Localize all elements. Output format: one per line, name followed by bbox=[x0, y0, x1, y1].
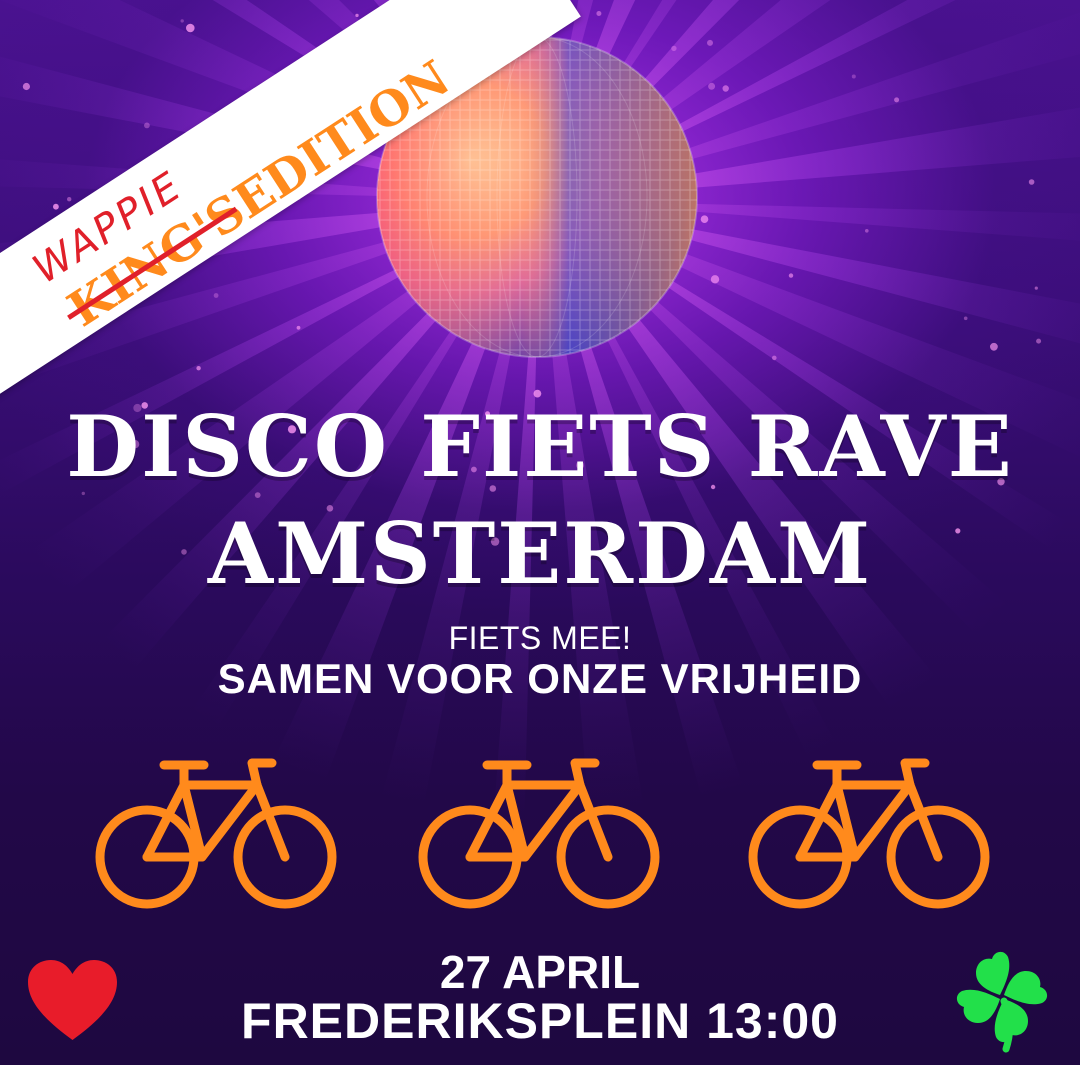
event-date: 27 APRIL bbox=[439, 946, 641, 998]
subtitle-line-1: FIETS MEE! bbox=[448, 620, 632, 656]
four-leaf-clover-icon bbox=[956, 951, 1048, 1053]
banner-suffix: EDITION bbox=[224, 50, 460, 230]
heart-icon bbox=[28, 960, 117, 1040]
subtitle-line-2: SAMEN VOOR ONZE VRIJHEID bbox=[217, 655, 863, 702]
bicycle-icon bbox=[418, 758, 660, 909]
title-line-2: AMSTERDAM bbox=[207, 504, 873, 603]
title-line-1: DISCO FIETS RAVE bbox=[66, 397, 1014, 496]
event-location-time: FREDERIKSPLEIN 13:00 bbox=[241, 993, 839, 1049]
poster: WAPPIE KING'S EDITION DISCO FIETS RAVE A… bbox=[0, 0, 1080, 1065]
bicycle-icon bbox=[748, 758, 990, 909]
bicycle-icon bbox=[95, 758, 337, 909]
